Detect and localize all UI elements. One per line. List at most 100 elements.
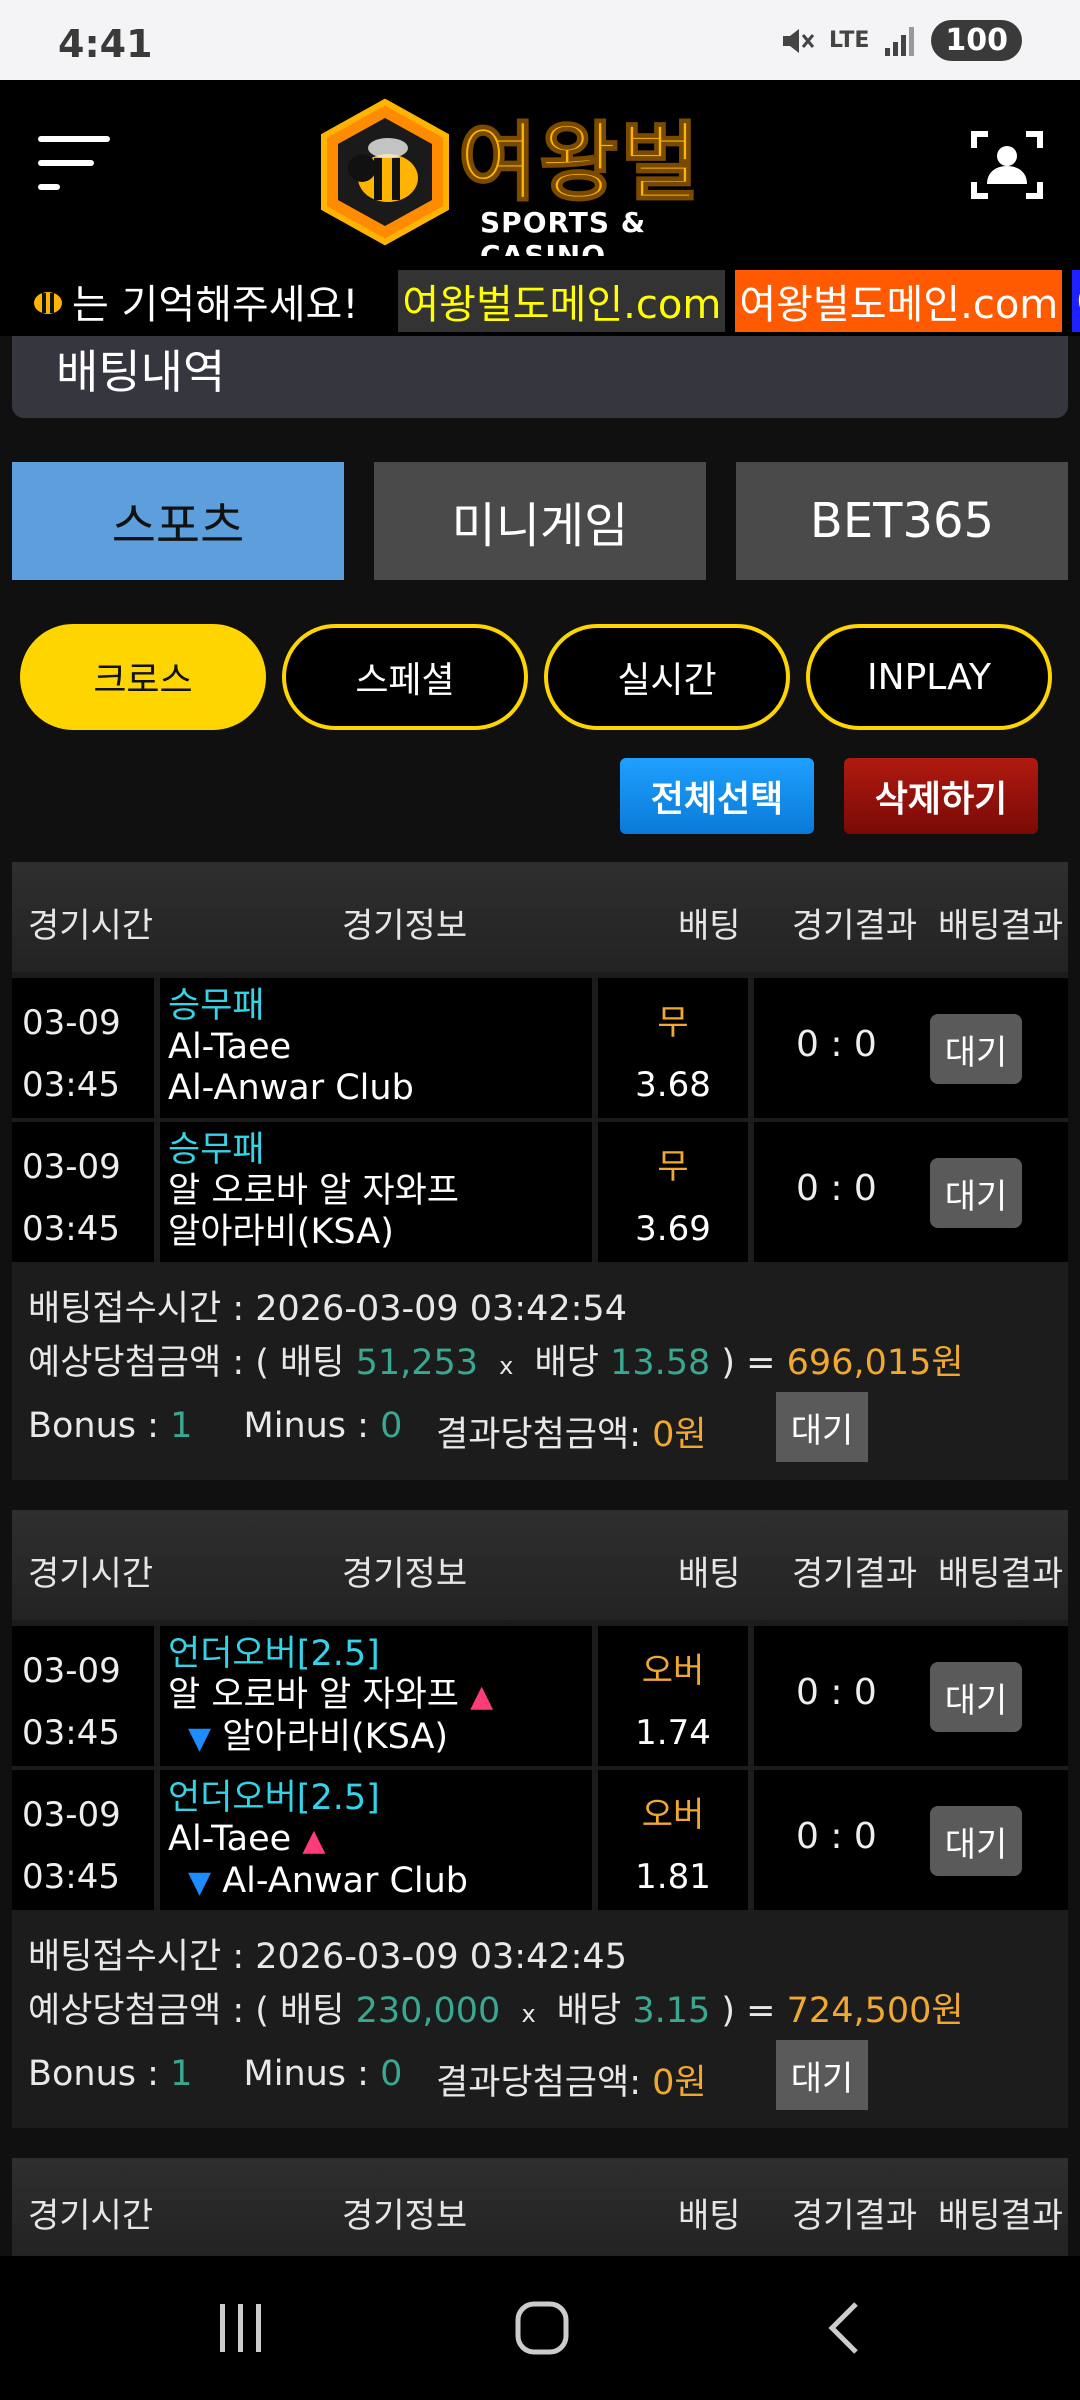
system-nav-bar [0, 2256, 1080, 2400]
bee-logo-icon [321, 98, 449, 246]
status-button[interactable]: 대기 [930, 1158, 1022, 1228]
row-info: 승무패 Al-Taee Al-Anwar Club [160, 978, 592, 1118]
expected-winnings: 예상당첨금액 : ( 배팅 51,253 x 배당 13.58 ) = 696,… [28, 1343, 964, 1383]
profile-scan-icon[interactable] [970, 128, 1044, 202]
row-bet: 오버 1.74 [598, 1626, 748, 1766]
domain-link-c[interactable]: 여왕 [1072, 270, 1080, 332]
row-result: 0 : 0 대기 [754, 1122, 1068, 1262]
market-label: 언더오버[2.5] [168, 1778, 380, 1818]
table-header: 경기시간 경기정보 배팅 경기결과 배팅결과 [12, 1510, 1068, 1620]
pick-label: 무 [657, 1003, 689, 1043]
team-away: ▼ 알아라비(KSA) [188, 1717, 449, 1757]
row-result: 0 : 0 대기 [754, 978, 1068, 1118]
market-label: 승무패 [168, 986, 265, 1026]
pick-label: 오버 [641, 1651, 705, 1691]
table-header: 경기시간 경기정보 배팅 경기결과 배팅결과 [12, 862, 1068, 972]
accepted-time: 배팅접수시간 : 2026-03-09 03:42:45 [28, 1937, 627, 1977]
marquee-text: 는 기억해주세요! [72, 282, 359, 328]
status-button[interactable]: 대기 [930, 1014, 1022, 1084]
col-info: 경기정보 [342, 2196, 468, 2236]
network-label: LTE [828, 28, 870, 53]
score: 0 : 0 [796, 1168, 877, 1209]
odds-value: 3.69 [635, 1209, 711, 1249]
page-title: 배팅내역 [56, 345, 226, 399]
col-bet: 배팅 [678, 906, 741, 946]
subtab-cross[interactable]: 크로스 [20, 624, 266, 730]
col-bet: 배팅 [678, 1554, 741, 1594]
team-away: 알아라비(KSA) [168, 1212, 394, 1252]
row-bet: 오버 1.81 [598, 1770, 748, 1910]
bonus-line: Bonus : 1 Minus : 0 [28, 1406, 403, 1446]
table-row: 03-09 03:45 승무패 알 오로바 알 자와프 알아라비(KSA) 무 3… [12, 1122, 1068, 1264]
col-info: 경기정보 [342, 906, 468, 946]
subtab-live[interactable]: 실시간 [544, 624, 790, 730]
mute-icon [782, 28, 815, 53]
home-icon[interactable] [514, 2300, 570, 2356]
team-away: Al-Anwar Club [168, 1068, 414, 1108]
col-time: 경기시간 [28, 2196, 154, 2236]
col-bet-result: 배팅결과 [938, 1554, 1064, 1594]
table-row: 03-09 03:45 언더오버[2.5] 알 오로바 알 자와프 ▲ ▼ 알아라… [12, 1626, 1068, 1768]
team-home: Al-Taee [168, 1027, 292, 1067]
status-bar: 4:41 LTE 100 [0, 0, 1080, 80]
row-bet: 무 3.69 [598, 1122, 748, 1262]
recents-icon[interactable] [216, 2300, 266, 2356]
row-info: 승무패 알 오로바 알 자와프 알아라비(KSA) [160, 1122, 592, 1262]
down-arrow-icon: ▼ [188, 1721, 212, 1756]
table-row: 03-09 03:45 언더오버[2.5] Al-Taee ▲ ▼ Al-Anwa… [12, 1770, 1068, 1912]
row-info: 언더오버[2.5] 알 오로바 알 자와프 ▲ ▼ 알아라비(KSA) [160, 1626, 592, 1766]
score: 0 : 0 [796, 1024, 877, 1065]
back-icon[interactable] [824, 2300, 864, 2356]
team-home: 알 오로바 알 자와프 [168, 1171, 459, 1211]
slip-status-button[interactable]: 대기 [776, 2040, 868, 2110]
status-icons: LTE 100 [779, 20, 1022, 61]
pick-label: 오버 [641, 1795, 705, 1835]
status-button[interactable]: 대기 [930, 1806, 1022, 1876]
up-arrow-icon: ▲ [302, 1823, 326, 1858]
odds-value: 3.68 [635, 1065, 711, 1105]
row-bet: 무 3.68 [598, 978, 748, 1118]
row-time: 03-09 03:45 [12, 978, 154, 1118]
bee-icon [34, 292, 62, 314]
status-time: 4:41 [58, 22, 153, 66]
slip-status-button[interactable]: 대기 [776, 1392, 868, 1462]
row-time: 03-09 03:45 [12, 1626, 154, 1766]
row-info: 언더오버[2.5] Al-Taee ▲ ▼ Al-Anwar Club [160, 1770, 592, 1910]
app-header: 여왕벌 SPORTS & CASINO [0, 80, 1080, 272]
domain-link-a[interactable]: 여왕벌도메인.com [398, 270, 726, 332]
tab-sports[interactable]: 스포츠 [12, 462, 344, 580]
bet-slip: 경기시간 경기정보 배팅 경기결과 배팅결과 [12, 2158, 1068, 2256]
accepted-time: 배팅접수시간 : 2026-03-09 03:42:54 [28, 1289, 627, 1329]
brand-logo[interactable]: 여왕벌 SPORTS & CASINO [318, 92, 762, 272]
result-winnings: 결과당첨금액: 0원 [436, 1415, 707, 1455]
row-result: 0 : 0 대기 [754, 1626, 1068, 1766]
status-button[interactable]: 대기 [930, 1662, 1022, 1732]
pick-label: 무 [657, 1147, 689, 1187]
delete-button[interactable]: 삭제하기 [844, 758, 1038, 834]
col-result: 경기결과 [792, 2196, 918, 2236]
tab-bet365[interactable]: BET365 [736, 462, 1068, 580]
col-bet: 배팅 [678, 2196, 741, 2236]
result-winnings: 결과당첨금액: 0원 [436, 2063, 707, 2103]
bet-slip: 경기시간 경기정보 배팅 경기결과 배팅결과 03-09 03:45 승무패 Al… [12, 862, 1068, 1480]
logo-title: 여왕벌 [457, 112, 702, 214]
col-result: 경기결과 [792, 1554, 918, 1594]
signal-icon [885, 26, 915, 56]
tab-minigame[interactable]: 미니게임 [374, 462, 706, 580]
expected-winnings: 예상당첨금액 : ( 배팅 230,000 x 배당 3.15 ) = 724,… [28, 1991, 964, 2031]
bet-slip: 경기시간 경기정보 배팅 경기결과 배팅결과 03-09 03:45 언더오버[2… [12, 1510, 1068, 2128]
odds-value: 1.81 [635, 1857, 711, 1897]
team-away: ▼ Al-Anwar Club [188, 1861, 469, 1901]
domain-link-b[interactable]: 여왕벌도메인.com [735, 270, 1063, 332]
team-home: Al-Taee ▲ [168, 1819, 326, 1859]
bonus-line: Bonus : 1 Minus : 0 [28, 2054, 403, 2094]
odds-value: 1.74 [635, 1713, 711, 1753]
select-all-button[interactable]: 전체선택 [620, 758, 814, 834]
menu-icon[interactable] [38, 130, 110, 200]
subtab-inplay[interactable]: INPLAY [806, 624, 1052, 730]
col-time: 경기시간 [28, 1554, 154, 1594]
table-header: 경기시간 경기정보 배팅 경기결과 배팅결과 [12, 2158, 1068, 2256]
subtab-special[interactable]: 스페셜 [282, 624, 528, 730]
col-time: 경기시간 [28, 906, 154, 946]
row-result: 0 : 0 대기 [754, 1770, 1068, 1910]
